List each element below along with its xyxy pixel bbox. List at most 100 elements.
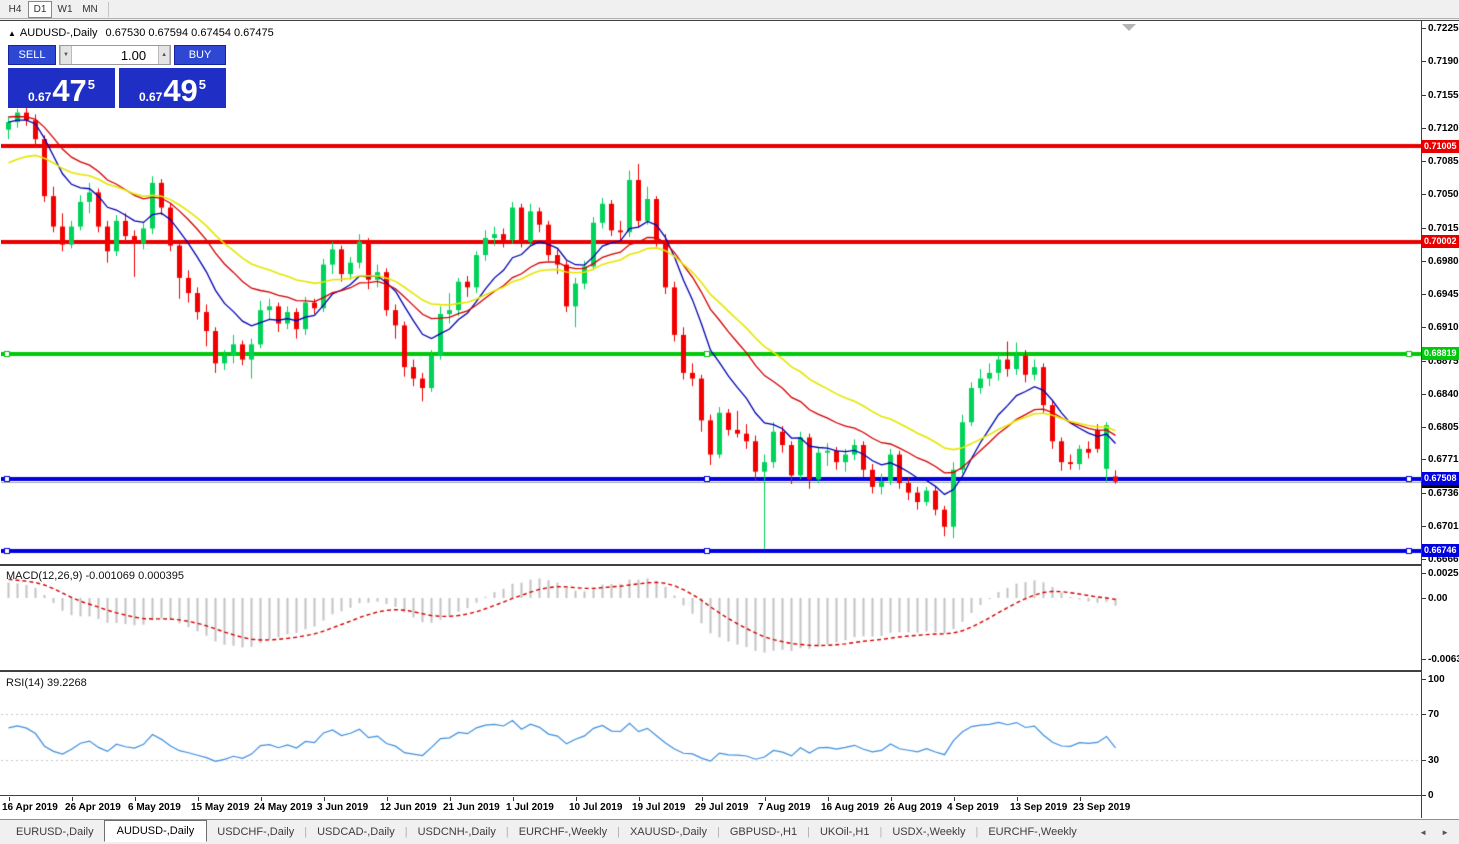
rsi-tick-label: 30 [1428,755,1440,767]
price-tick-label: 0.70850 [1428,156,1459,168]
date-tick-label: 16 Apr 2019 [2,802,58,813]
price-tick-label: 0.67710 [1428,454,1459,466]
tab-xauusd-daily[interactable]: XAUUSD-,Daily [620,822,717,842]
tab-scroll-left-icon[interactable]: ◄ [1419,828,1427,837]
axis-tick [1422,559,1426,561]
date-tick [1017,797,1018,801]
date-tick-label: 13 Sep 2019 [1010,802,1068,813]
tab-eurchf-weekly[interactable]: EURCHF-,Weekly [509,822,617,842]
timeframe-button-mn[interactable]: MN [78,1,102,18]
date-tick-label: 26 Apr 2019 [65,802,121,813]
price-tick-label: 0.67360 [1428,487,1459,499]
tab-scroll-right-icon[interactable]: ► [1441,828,1449,837]
buy-price-big: 49 [163,73,198,108]
buy-button[interactable]: BUY [174,45,226,65]
symbol-tab-bar: EURUSD-,Daily AUDUSD-,Daily USDCHF-,Daily |… [0,819,1459,844]
axis-tick [1422,492,1426,494]
price-tick-label: 0.71200 [1428,122,1459,134]
tab-eurchf-weekly[interactable]: EURCHF-,Weekly [978,822,1086,842]
date-axis[interactable]: 16 Apr 2019 26 Apr 2019 6 May 2019 15 May 2… [1,797,1421,819]
timeframe-button-h4[interactable]: H4 [3,1,27,18]
tab-usdcad-daily[interactable]: USDCAD-,Daily [307,822,405,842]
price-tick-label: 0.69100 [1428,322,1459,334]
axis-tick [1422,459,1426,461]
volume-stepper: ▼ ▲ [59,45,171,65]
axis-tick [1422,294,1426,296]
buy-price-pip: 5 [198,77,207,92]
tab-usdx-weekly[interactable]: USDX-,Weekly [882,822,975,842]
timeframe-button-d1[interactable]: D1 [28,0,52,18]
price-tick-label: 0.70150 [1428,222,1459,234]
one-click-trading-panel: SELL ▼ ▲ BUY 0.67475 0.67495 [8,45,226,108]
chart-window: 0.72250 0.71900 0.71550 0.71200 0.70850 0.705… [0,20,1459,819]
level-price-chip: 0.67508 [1422,472,1459,485]
volume-decrease-button[interactable]: ▼ [60,46,72,64]
axis-tick [1422,659,1426,661]
macd-panel-canvas[interactable] [1,567,1421,670]
axis-tick [1422,28,1426,30]
sell-button[interactable]: SELL [8,45,56,65]
chart-shift-marker-icon[interactable] [1122,24,1136,31]
tab-usdcnh-daily[interactable]: USDCNH-,Daily [408,822,506,842]
date-tick [576,797,577,801]
main-macd-divider[interactable] [0,564,1421,566]
tab-audusd-daily[interactable]: AUDUSD-,Daily [103,820,208,842]
tab-scroll-arrows: ◄ ► [1419,828,1459,837]
level-price-chip: 0.68819 [1422,347,1459,361]
axis-tick [1422,427,1426,429]
date-tick [72,797,73,801]
date-tick-label: 1 Jul 2019 [506,802,554,813]
level-price-chip: 0.70002 [1422,235,1459,249]
macd-indicator-label: MACD(12,26,9) -0.001069 0.000395 [6,570,184,582]
price-tick-label: 0.68400 [1428,388,1459,400]
chart-title: ▲ AUDUSD-,Daily 0.67530 0.67594 0.67454 0.… [8,27,274,39]
sell-price-big: 47 [52,73,87,108]
axis-tick [1422,598,1426,599]
date-tick-label: 15 May 2019 [191,802,250,813]
tab-gbpusd-h1[interactable]: GBPUSD-,H1 [720,822,807,842]
toolbar-divider [108,1,109,17]
price-axis[interactable]: 0.72250 0.71900 0.71550 0.71200 0.70850 0.705… [1421,21,1459,818]
date-tick [135,797,136,801]
tab-ukoil-h1[interactable]: UKOil-,H1 [810,822,880,842]
rsi-panel-canvas[interactable] [1,674,1421,795]
date-tick-label: 23 Sep 2019 [1073,802,1131,813]
macd-rsi-divider[interactable] [0,670,1421,672]
date-tick [702,797,703,801]
rsi-indicator-label: RSI(14) 39.2268 [6,677,87,689]
price-tick-label: 0.70500 [1428,189,1459,201]
axis-tick [1422,161,1426,163]
date-tick [1080,797,1081,801]
axis-tick [1422,679,1426,680]
volume-increase-button[interactable]: ▲ [158,46,170,64]
volume-input[interactable] [71,46,159,64]
axis-tick [1422,127,1426,129]
rsi-dateaxis-divider [0,795,1421,796]
sell-price-prefix: 0.67 [27,90,52,104]
date-tick-label: 7 Aug 2019 [758,802,811,813]
rsi-tick-label: 0 [1428,790,1434,801]
price-tick-label: 0.72250 [1428,23,1459,35]
price-tick-label: 0.69800 [1428,255,1459,267]
date-tick-label: 21 Jun 2019 [443,802,500,813]
axis-tick [1422,573,1426,574]
level-price-chip: 0.71005 [1422,139,1459,153]
date-tick-label: 24 May 2019 [254,802,313,813]
timeframe-button-w1[interactable]: W1 [53,1,77,18]
date-tick-label: 4 Sep 2019 [947,802,999,813]
macd-tick-label: -0.006326 [1428,654,1459,666]
tab-eurusd-daily[interactable]: EURUSD-,Daily [6,822,104,842]
axis-tick [1422,227,1426,229]
date-tick-label: 19 Jul 2019 [632,802,686,813]
date-tick [324,797,325,801]
axis-tick [1422,61,1426,63]
tab-usdchf-daily[interactable]: USDCHF-,Daily [207,822,304,842]
date-tick-label: 12 Jun 2019 [380,802,437,813]
axis-tick [1422,94,1426,96]
price-tick-label: 0.71900 [1428,56,1459,68]
buy-price-display[interactable]: 0.67 49 5 [119,68,226,108]
chevron-down-icon: ▼ [62,52,69,58]
sell-price-display[interactable]: 0.67 47 5 [8,68,115,108]
axis-tick [1422,713,1426,715]
rsi-tick-label: 70 [1428,708,1440,720]
